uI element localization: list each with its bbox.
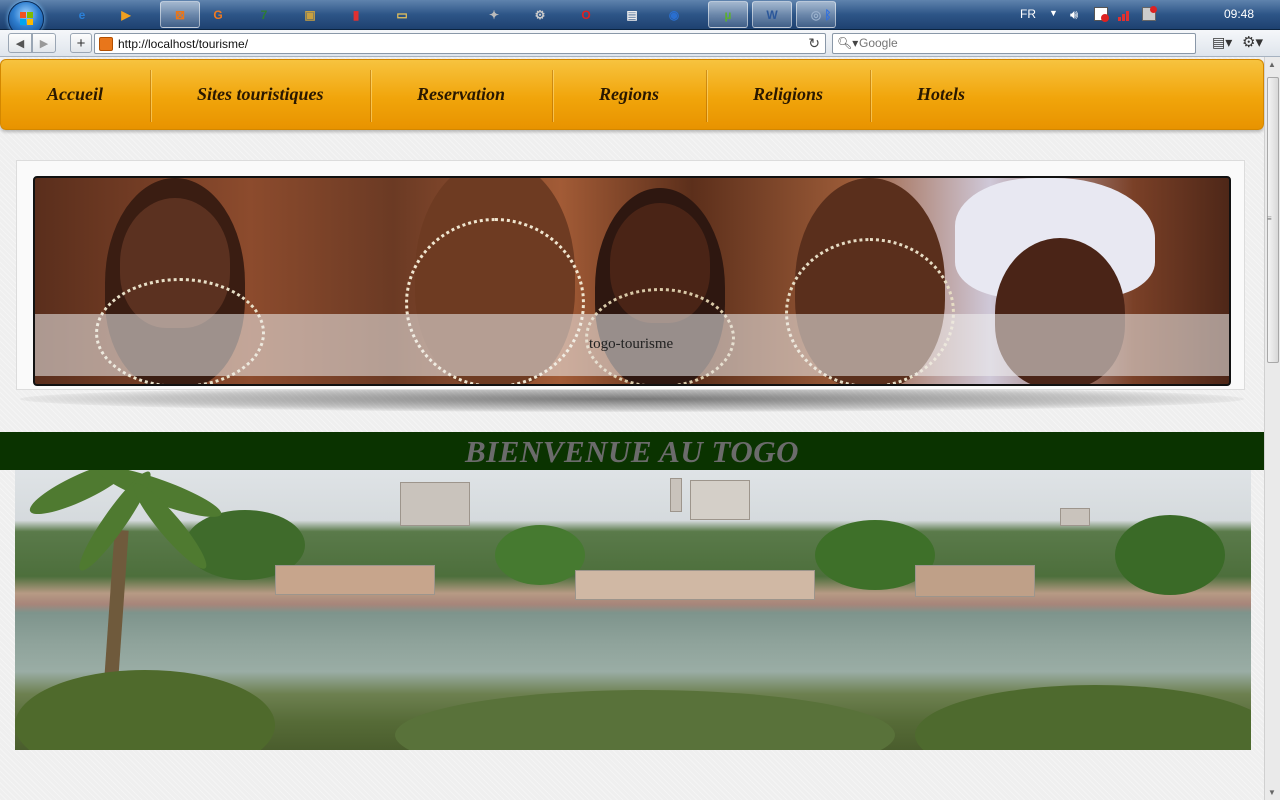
back-arrow-icon: ◀: [15, 37, 25, 50]
new-tab-button[interactable]: +: [70, 33, 92, 53]
media-player-icon-glyph: ▶: [121, 8, 131, 22]
folder-icon-glyph: ▭: [396, 8, 408, 22]
scroll-up-icon[interactable]: ▲: [1268, 60, 1276, 69]
page-scrollbar[interactable]: ▲ ≡ ▼: [1264, 57, 1280, 800]
site-favicon-icon: [99, 37, 113, 51]
back-button[interactable]: ◀: [8, 33, 32, 53]
nav-item-sites-touristiques[interactable]: Sites touristiques: [197, 84, 324, 105]
welcome-band: BIENVENUE AU TOGO: [0, 432, 1264, 470]
welcome-title: BIENVENUE AU TOGO: [464, 434, 800, 469]
firefox-icon[interactable]: ◉: [662, 3, 686, 27]
utorrent-icon[interactable]: µ: [708, 1, 748, 28]
search-bar[interactable]: 🔍︎▾: [832, 33, 1196, 54]
nav-item-regions[interactable]: Regions: [599, 84, 659, 105]
signal-bars-icon[interactable]: [1118, 7, 1132, 21]
opera-icon-glyph: O: [581, 8, 591, 22]
settings-icon-glyph: ⚙: [534, 8, 546, 22]
notepad-icon-glyph: ▤: [626, 8, 638, 22]
banner-card: togo-tourisme: [16, 160, 1245, 390]
system-tray: FR ▼ 🔊︎ 09:48: [1020, 0, 1280, 30]
ie-icon[interactable]: e: [70, 3, 94, 27]
nav-separator: [150, 70, 152, 122]
word-icon[interactable]: W: [752, 1, 792, 28]
bluetooth-icon[interactable]: ᛒ: [816, 3, 840, 27]
page-viewport: Accueil Sites touristiques Reservation R…: [0, 57, 1264, 800]
firefox-icon-glyph: ◉: [668, 8, 680, 22]
search-input[interactable]: [859, 36, 1179, 50]
nav-item-reservation[interactable]: Reservation: [417, 84, 505, 105]
seven-zip-icon-glyph: 7: [260, 8, 268, 22]
browser-toolbar: ◀ ▶ + http://localhost/tourisme/ ↻ 🔍︎▾ ▤…: [0, 30, 1280, 57]
xampp-icon-glyph: ⊠: [174, 7, 186, 22]
scrollbar-grip-icon: ≡: [1267, 214, 1272, 223]
scroll-down-icon[interactable]: ▼: [1268, 788, 1276, 797]
tools-icon-glyph: ✦: [488, 8, 500, 22]
nav-item-religions[interactable]: Religions: [753, 84, 823, 105]
nav-separator: [370, 70, 372, 122]
slideshow-icon-glyph: ▣: [304, 8, 316, 22]
language-indicator[interactable]: FR: [1020, 7, 1036, 21]
chart-tool-icon-glyph: ▮: [352, 8, 360, 22]
lagoon-landscape-photo: [15, 470, 1251, 750]
notepad-icon[interactable]: ▤: [620, 3, 644, 27]
safely-remove-icon[interactable]: [1142, 6, 1157, 21]
xampp-icon[interactable]: ⊠: [160, 1, 200, 28]
app-g-icon[interactable]: G: [206, 3, 230, 27]
volume-icon[interactable]: 🔊︎: [1070, 7, 1084, 22]
folder-icon[interactable]: ▭: [390, 3, 414, 27]
taskbar-clock[interactable]: 09:48: [1224, 7, 1254, 21]
banner-caption: togo-tourisme: [589, 336, 674, 352]
tools-icon[interactable]: ✦: [482, 3, 506, 27]
plus-icon: +: [76, 34, 86, 52]
windows-logo-icon: [20, 12, 34, 26]
nav-separator: [870, 70, 872, 122]
language-dropdown-icon[interactable]: ▼: [1049, 8, 1058, 18]
word-icon-glyph: W: [766, 7, 778, 22]
forward-arrow-icon: ▶: [39, 37, 49, 50]
address-bar[interactable]: http://localhost/tourisme/ ↻: [94, 33, 826, 54]
bluetooth-icon-glyph: ᛒ: [824, 8, 832, 22]
nav-separator: [552, 70, 554, 122]
media-player-icon[interactable]: ▶: [114, 3, 138, 27]
windows-taskbar: e ▶ ⊠ G 7 ▣ ▮ ▭ ✦ ⚙ O ▤ ◉ µ W ◎ ᛒ FR ▼ 🔊︎ 09:48: [0, 0, 1280, 37]
banner-photo: togo-tourisme: [33, 176, 1231, 386]
gear-icon[interactable]: ⚙▾: [1242, 33, 1263, 51]
opera-icon[interactable]: O: [574, 3, 598, 27]
app-g-icon-glyph: G: [213, 8, 223, 22]
main-navigation: Accueil Sites touristiques Reservation R…: [0, 59, 1264, 130]
reload-icon[interactable]: ↻: [808, 35, 820, 52]
nav-separator: [706, 70, 708, 122]
nav-item-hotels[interactable]: Hotels: [917, 84, 965, 105]
search-icon[interactable]: 🔍︎▾: [837, 36, 858, 50]
nav-item-accueil[interactable]: Accueil: [47, 84, 103, 105]
settings-icon[interactable]: ⚙: [528, 3, 552, 27]
slideshow-icon[interactable]: ▣: [298, 3, 322, 27]
page-menu-icon[interactable]: ▤▾: [1212, 34, 1232, 51]
seven-zip-icon[interactable]: 7: [252, 3, 276, 27]
network-error-icon[interactable]: [1094, 7, 1109, 22]
chart-tool-icon[interactable]: ▮: [344, 3, 368, 27]
forward-button[interactable]: ▶: [32, 33, 56, 53]
address-url[interactable]: http://localhost/tourisme/: [118, 37, 248, 51]
utorrent-icon-glyph: µ: [724, 7, 732, 22]
ie-icon-glyph: e: [78, 8, 86, 22]
